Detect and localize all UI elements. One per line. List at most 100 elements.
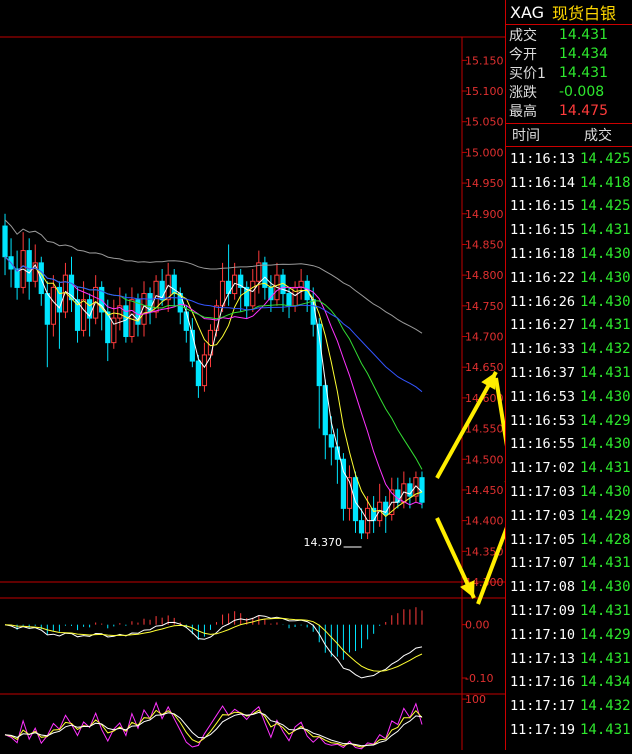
candle-body bbox=[251, 281, 255, 306]
candle-body bbox=[202, 355, 206, 386]
tick-row[interactable]: 11:16:3714.431 bbox=[506, 361, 632, 385]
chart-area[interactable]: 15.15015.10015.05015.00014.95014.90014.8… bbox=[0, 0, 505, 750]
y-tick-label: 14.750 bbox=[465, 300, 504, 313]
tick-row[interactable]: 11:16:5314.430 bbox=[506, 385, 632, 409]
tick-row[interactable]: 11:17:0714.431 bbox=[506, 552, 632, 576]
tick-time: 11:17:13 bbox=[506, 651, 576, 667]
candle-body bbox=[329, 435, 333, 447]
quote-field-value: -0.008 bbox=[559, 84, 604, 100]
tick-list[interactable]: 11:16:1314.42511:16:1414.41811:16:1514.4… bbox=[506, 147, 632, 742]
tick-row[interactable]: 11:17:0314.430 bbox=[506, 480, 632, 504]
tick-time: 11:17:03 bbox=[506, 508, 576, 524]
tick-time: 11:16:14 bbox=[506, 175, 576, 191]
quote-field-label: 最高 bbox=[509, 101, 559, 121]
quote-header: XAG 现货白银 bbox=[506, 0, 632, 25]
tick-price: 14.429 bbox=[576, 413, 631, 429]
y-tick-label: 14.900 bbox=[465, 208, 504, 221]
tick-time: 11:16:33 bbox=[506, 341, 576, 357]
tick-price: 14.425 bbox=[576, 151, 631, 167]
tick-row[interactable]: 11:17:1314.431 bbox=[506, 647, 632, 671]
quote-field-label: 今开 bbox=[509, 44, 559, 64]
y-tick-label: 14.500 bbox=[465, 453, 504, 466]
y-tick-label: 14.450 bbox=[465, 484, 504, 497]
tick-time: 11:17:16 bbox=[506, 674, 576, 690]
tick-row[interactable]: 11:16:2714.431 bbox=[506, 314, 632, 338]
tick-row[interactable]: 11:16:2614.430 bbox=[506, 290, 632, 314]
y-tick-label: 15.150 bbox=[465, 54, 504, 67]
y-tick-label: 14.700 bbox=[465, 331, 504, 344]
quote-field-row: 涨跌-0.008 bbox=[506, 82, 632, 101]
tick-price: 14.431 bbox=[576, 460, 631, 476]
quote-panel: XAG 现货白银 成交14.431今开14.434买价114.431涨跌-0.0… bbox=[505, 0, 632, 750]
tick-row[interactable]: 11:17:0914.431 bbox=[506, 599, 632, 623]
tick-time: 11:16:18 bbox=[506, 246, 576, 262]
tick-row[interactable]: 11:16:1314.425 bbox=[506, 147, 632, 171]
candle-body bbox=[196, 361, 200, 386]
ticks-time-header: 时间 bbox=[506, 125, 578, 145]
tick-price: 14.428 bbox=[576, 532, 631, 548]
tick-price: 14.432 bbox=[576, 341, 631, 357]
instrument-code: XAG bbox=[510, 3, 544, 22]
quote-field-value: 14.475 bbox=[559, 103, 608, 119]
y-tick-label: 14.850 bbox=[465, 238, 504, 251]
tick-time: 11:17:17 bbox=[506, 698, 576, 714]
tick-row[interactable]: 11:16:2214.430 bbox=[506, 266, 632, 290]
tick-row[interactable]: 11:17:1914.431 bbox=[506, 718, 632, 742]
tick-price: 14.430 bbox=[576, 436, 631, 452]
tick-time: 11:17:09 bbox=[506, 603, 576, 619]
candle-body bbox=[3, 226, 7, 257]
candle-body bbox=[27, 251, 31, 282]
y-tick-label: 15.000 bbox=[465, 146, 504, 159]
tick-time: 11:16:27 bbox=[506, 317, 576, 333]
tick-price: 14.430 bbox=[576, 246, 631, 262]
tick-price: 14.431 bbox=[576, 222, 631, 238]
tick-price: 14.431 bbox=[576, 555, 631, 571]
tick-price: 14.429 bbox=[576, 627, 631, 643]
tick-price: 14.431 bbox=[576, 603, 631, 619]
tick-row[interactable]: 11:16:1514.425 bbox=[506, 195, 632, 219]
kline-chart[interactable]: 15.15015.10015.05015.00014.95014.90014.8… bbox=[0, 0, 505, 750]
tick-row[interactable]: 11:16:1514.431 bbox=[506, 218, 632, 242]
ticks-header: 时间 成交 bbox=[506, 123, 632, 147]
osc-d-line bbox=[5, 710, 422, 747]
macd-dif-line bbox=[5, 616, 422, 678]
tick-row[interactable]: 11:16:5514.430 bbox=[506, 433, 632, 457]
tick-time: 11:17:07 bbox=[506, 555, 576, 571]
y-tick-label: 14.400 bbox=[465, 515, 504, 528]
quote-field-label: 成交 bbox=[509, 25, 559, 45]
quote-field-row: 成交14.431 bbox=[506, 25, 632, 44]
tick-price: 14.430 bbox=[576, 294, 631, 310]
tick-time: 11:16:37 bbox=[506, 365, 576, 381]
tick-row[interactable]: 11:17:1014.429 bbox=[506, 623, 632, 647]
tick-price: 14.425 bbox=[576, 198, 631, 214]
tick-time: 11:16:53 bbox=[506, 389, 576, 405]
tick-row[interactable]: 11:16:1814.430 bbox=[506, 242, 632, 266]
tick-row[interactable]: 11:17:1714.432 bbox=[506, 694, 632, 718]
tick-price: 14.430 bbox=[576, 579, 631, 595]
tick-price: 14.432 bbox=[576, 698, 631, 714]
tick-price: 14.418 bbox=[576, 175, 631, 191]
tick-row[interactable]: 11:16:5314.429 bbox=[506, 409, 632, 433]
tick-row[interactable]: 11:17:0214.431 bbox=[506, 456, 632, 480]
candle-body bbox=[353, 478, 357, 521]
tick-row[interactable]: 11:16:3314.432 bbox=[506, 337, 632, 361]
tick-row[interactable]: 11:17:0814.430 bbox=[506, 575, 632, 599]
tick-time: 11:16:13 bbox=[506, 151, 576, 167]
tick-time: 11:16:26 bbox=[506, 294, 576, 310]
y-tick-label: 15.050 bbox=[465, 116, 504, 129]
tick-row[interactable]: 11:16:1414.418 bbox=[506, 171, 632, 195]
tick-row[interactable]: 11:17:1614.434 bbox=[506, 671, 632, 695]
tick-price: 14.431 bbox=[576, 317, 631, 333]
candle-body bbox=[81, 300, 85, 331]
tick-row[interactable]: 11:17:0514.428 bbox=[506, 528, 632, 552]
tick-price: 14.431 bbox=[576, 722, 631, 738]
quote-field-row: 最高14.475 bbox=[506, 101, 632, 120]
y-tick-label: 15.100 bbox=[465, 85, 504, 98]
tick-time: 11:16:53 bbox=[506, 413, 576, 429]
low-annotation-label: 14.370 bbox=[304, 536, 343, 549]
quote-fields: 成交14.431今开14.434买价114.431涨跌-0.008最高14.47… bbox=[506, 25, 632, 120]
tick-row[interactable]: 11:17:0314.429 bbox=[506, 504, 632, 528]
candle-body bbox=[184, 312, 188, 330]
candle-body bbox=[45, 294, 49, 325]
tick-price: 14.431 bbox=[576, 651, 631, 667]
